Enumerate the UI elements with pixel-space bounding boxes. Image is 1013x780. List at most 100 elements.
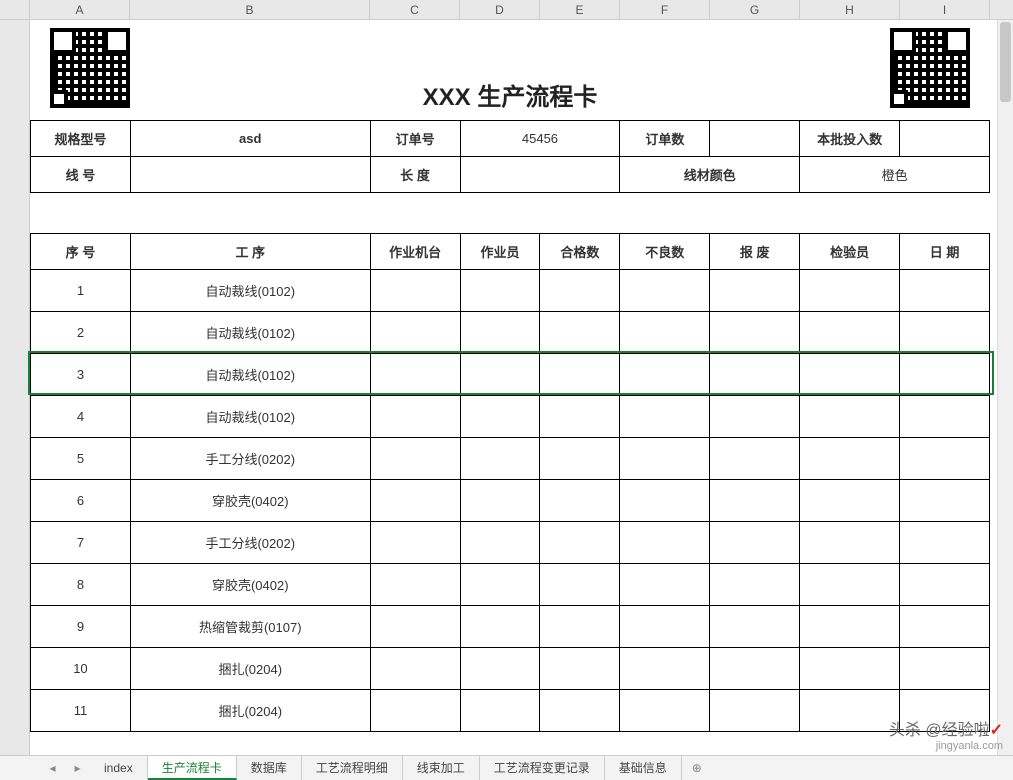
cell-empty[interactable] [800, 522, 900, 564]
cell-empty[interactable] [540, 396, 620, 438]
cell-empty[interactable] [900, 396, 990, 438]
cell-empty[interactable] [460, 312, 540, 354]
cell-empty[interactable] [460, 606, 540, 648]
column-header-D[interactable]: D [460, 0, 540, 19]
cell-empty[interactable] [370, 648, 460, 690]
cell-empty[interactable] [460, 396, 540, 438]
tab-基础信息[interactable]: 基础信息 [605, 756, 682, 780]
cell-process[interactable]: 自动裁线(0102) [130, 354, 370, 396]
orderno-value[interactable]: 45456 [460, 121, 620, 157]
cell-empty[interactable] [710, 480, 800, 522]
cell-process[interactable]: 自动裁线(0102) [130, 270, 370, 312]
length-value[interactable] [460, 157, 620, 193]
cell-empty[interactable] [800, 564, 900, 606]
batch-value[interactable] [900, 121, 990, 157]
cell-empty[interactable] [900, 690, 990, 732]
cell-empty[interactable] [370, 690, 460, 732]
cell-seq[interactable]: 8 [31, 564, 131, 606]
tab-生产流程卡[interactable]: 生产流程卡 [148, 756, 237, 780]
color-value[interactable]: 橙色 [800, 157, 990, 193]
cell-empty[interactable] [540, 480, 620, 522]
cell-empty[interactable] [370, 396, 460, 438]
cell-empty[interactable] [620, 690, 710, 732]
cell-empty[interactable] [900, 648, 990, 690]
cell-empty[interactable] [800, 648, 900, 690]
cell-empty[interactable] [540, 564, 620, 606]
tab-next-icon[interactable]: ▸ [74, 761, 80, 775]
cell-empty[interactable] [900, 480, 990, 522]
cell-empty[interactable] [540, 648, 620, 690]
cell-empty[interactable] [800, 438, 900, 480]
cell-process[interactable]: 穿胶壳(0402) [130, 480, 370, 522]
cell-empty[interactable] [540, 606, 620, 648]
cell-empty[interactable] [460, 438, 540, 480]
cell-empty[interactable] [460, 522, 540, 564]
cell-empty[interactable] [620, 438, 710, 480]
cell-empty[interactable] [620, 396, 710, 438]
tab-nav[interactable]: ◂ ▸ [40, 756, 90, 780]
cell-empty[interactable] [710, 606, 800, 648]
cell-empty[interactable] [370, 606, 460, 648]
cell-empty[interactable] [370, 480, 460, 522]
cell-empty[interactable] [620, 354, 710, 396]
cell-empty[interactable] [710, 522, 800, 564]
cell-seq[interactable]: 11 [31, 690, 131, 732]
cell-empty[interactable] [900, 354, 990, 396]
cell-process[interactable]: 热缩管裁剪(0107) [130, 606, 370, 648]
cell-empty[interactable] [800, 396, 900, 438]
cell-seq[interactable]: 6 [31, 480, 131, 522]
table-row[interactable]: 7手工分线(0202) [31, 522, 990, 564]
tab-工艺流程明细[interactable]: 工艺流程明细 [302, 756, 403, 780]
cell-empty[interactable] [540, 438, 620, 480]
cell-empty[interactable] [800, 312, 900, 354]
cell-empty[interactable] [620, 564, 710, 606]
cell-seq[interactable]: 3 [31, 354, 131, 396]
cell-empty[interactable] [800, 270, 900, 312]
cell-empty[interactable] [540, 354, 620, 396]
cell-empty[interactable] [710, 396, 800, 438]
add-sheet-button[interactable]: ⊕ [682, 756, 712, 780]
cell-empty[interactable] [370, 312, 460, 354]
column-header-G[interactable]: G [710, 0, 800, 19]
cell-empty[interactable] [800, 690, 900, 732]
column-header-B[interactable]: B [130, 0, 370, 19]
table-row[interactable]: 1自动裁线(0102) [31, 270, 990, 312]
cell-seq[interactable]: 1 [31, 270, 131, 312]
spec-value[interactable]: asd [130, 121, 370, 157]
cell-empty[interactable] [900, 270, 990, 312]
cell-seq[interactable]: 4 [31, 396, 131, 438]
column-header-C[interactable]: C [370, 0, 460, 19]
table-row[interactable]: 4自动裁线(0102) [31, 396, 990, 438]
cell-empty[interactable] [370, 522, 460, 564]
table-row[interactable]: 3自动裁线(0102) [31, 354, 990, 396]
cell-process[interactable]: 捆扎(0204) [130, 648, 370, 690]
cell-empty[interactable] [540, 270, 620, 312]
cell-empty[interactable] [710, 690, 800, 732]
cell-seq[interactable]: 10 [31, 648, 131, 690]
cell-process[interactable]: 手工分线(0202) [130, 522, 370, 564]
table-row[interactable]: 9热缩管裁剪(0107) [31, 606, 990, 648]
cell-seq[interactable]: 7 [31, 522, 131, 564]
table-row[interactable]: 5手工分线(0202) [31, 438, 990, 480]
cell-empty[interactable] [710, 564, 800, 606]
cell-empty[interactable] [710, 354, 800, 396]
cell-empty[interactable] [540, 312, 620, 354]
column-header-A[interactable]: A [30, 0, 130, 19]
table-row[interactable]: 6穿胶壳(0402) [31, 480, 990, 522]
cell-empty[interactable] [370, 354, 460, 396]
cell-process[interactable]: 穿胶壳(0402) [130, 564, 370, 606]
cell-empty[interactable] [710, 648, 800, 690]
cell-empty[interactable] [460, 354, 540, 396]
select-all-corner[interactable] [0, 0, 30, 19]
cell-process[interactable]: 手工分线(0202) [130, 438, 370, 480]
cell-empty[interactable] [460, 564, 540, 606]
cell-empty[interactable] [710, 270, 800, 312]
vertical-scrollbar[interactable] [997, 20, 1013, 755]
cell-empty[interactable] [540, 690, 620, 732]
cell-empty[interactable] [620, 270, 710, 312]
cell-empty[interactable] [460, 270, 540, 312]
tab-工艺流程变更记录[interactable]: 工艺流程变更记录 [480, 756, 605, 780]
column-header-E[interactable]: E [540, 0, 620, 19]
cell-empty[interactable] [900, 522, 990, 564]
cell-empty[interactable] [800, 480, 900, 522]
